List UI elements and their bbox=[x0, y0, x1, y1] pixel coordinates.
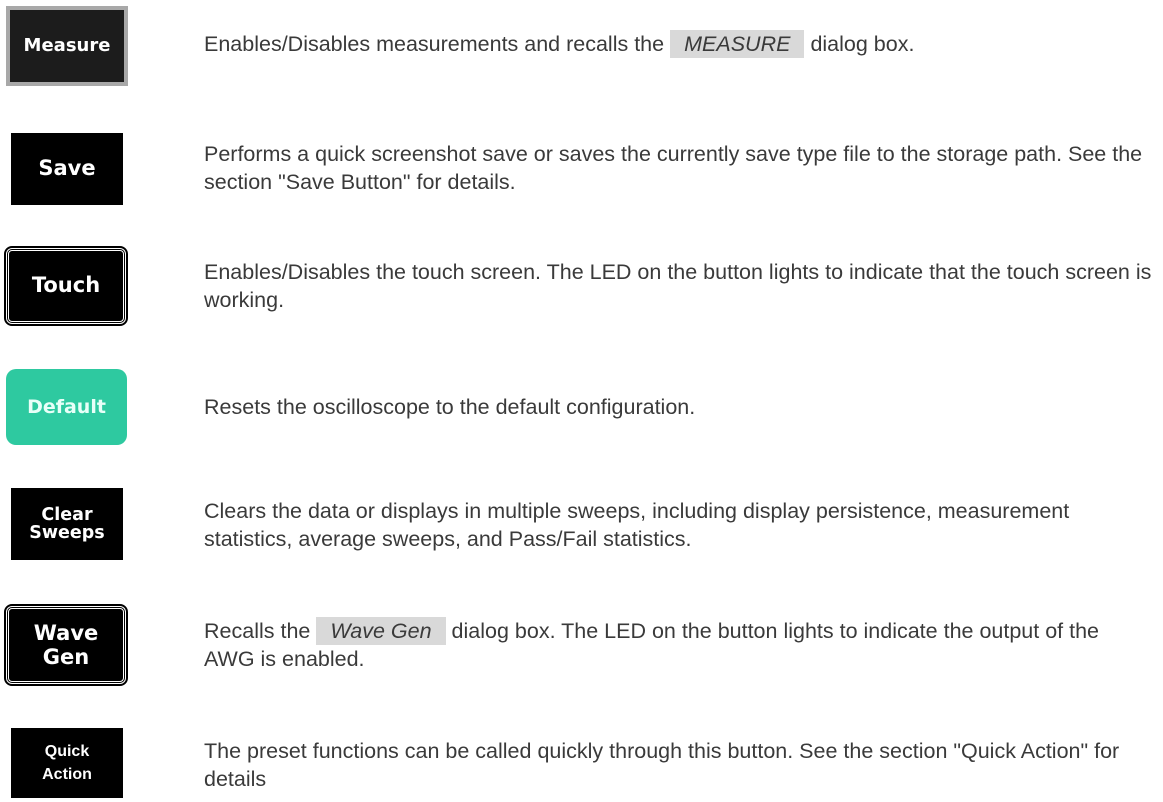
measure-button[interactable]: Measure bbox=[6, 6, 128, 86]
measure-description-after: dialog box. bbox=[810, 32, 915, 56]
default-button-label: Default bbox=[27, 395, 106, 418]
quick-action-description: The preset functions can be called quick… bbox=[204, 739, 1120, 791]
clear-sweeps-label-line1: Clear bbox=[41, 504, 93, 525]
wave-gen-label-line2: Gen bbox=[42, 645, 90, 669]
quick-action-label-line2: Action bbox=[42, 766, 92, 783]
measure-button-label: Measure bbox=[23, 35, 111, 57]
default-description: Resets the oscilloscope to the default c… bbox=[204, 395, 696, 419]
quick-action-label-line1: Quick bbox=[44, 742, 90, 760]
touch-description: Enables/Disables the touch screen. The L… bbox=[204, 260, 1152, 312]
wave-gen-label-line1: Wave bbox=[33, 620, 99, 645]
quick-action-button[interactable]: Quick Action bbox=[11, 728, 123, 798]
measure-description: Enables/Disables measurements and recall… bbox=[204, 30, 1154, 58]
save-description: Performs a quick screenshot save or save… bbox=[204, 142, 1143, 194]
measure-description-before: Enables/Disables measurements and recall… bbox=[204, 32, 665, 56]
wave-gen-dialog-highlight: Wave Gen bbox=[316, 617, 446, 645]
touch-button[interactable]: Touch bbox=[4, 246, 128, 326]
wave-gen-description-before: Recalls the bbox=[204, 619, 311, 643]
save-button[interactable]: Save bbox=[11, 133, 123, 205]
clear-sweeps-description: Clears the data or displays in multiple … bbox=[204, 499, 1070, 551]
default-button[interactable]: Default bbox=[6, 369, 127, 445]
wave-gen-description: Recalls the Wave Gen dialog box. The LED o… bbox=[204, 617, 1154, 673]
clear-sweeps-label-line2: Sweeps bbox=[29, 523, 105, 543]
measure-dialog-highlight: MEASURE bbox=[670, 30, 805, 58]
touch-button-label: Touch bbox=[31, 273, 101, 298]
save-button-label: Save bbox=[38, 156, 96, 181]
wave-gen-button[interactable]: Wave Gen bbox=[4, 604, 128, 686]
clear-sweeps-button[interactable]: Clear Sweeps bbox=[11, 488, 123, 560]
